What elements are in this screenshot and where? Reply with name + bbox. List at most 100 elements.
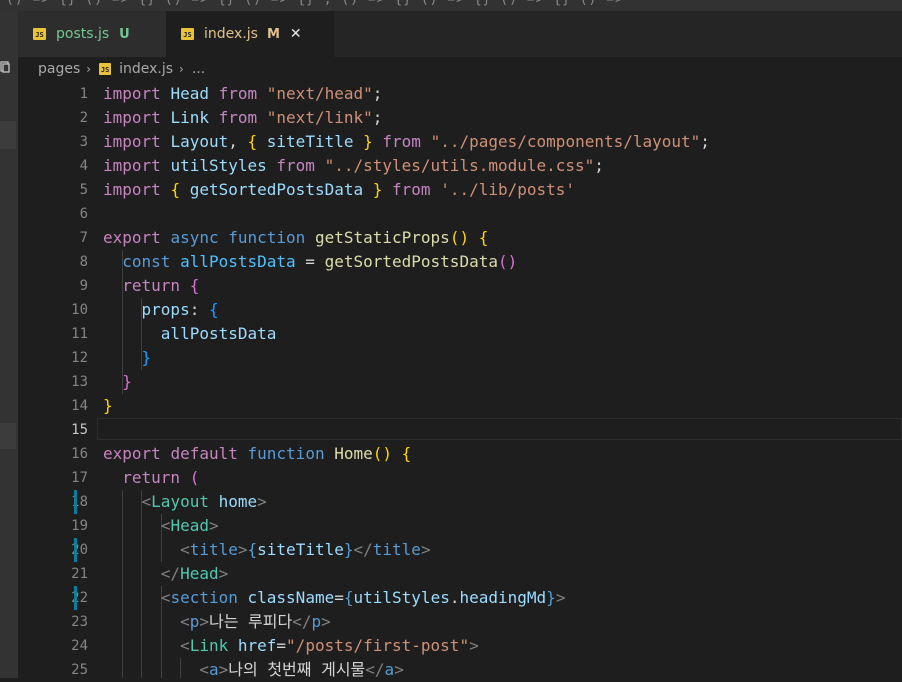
code-line[interactable]: 5 import { getSortedPostsData } from '../… bbox=[18, 178, 902, 202]
code-line[interactable]: 18 <Layout home> bbox=[18, 490, 902, 514]
code-text: </Head> bbox=[103, 562, 228, 586]
code-token: < bbox=[141, 492, 152, 511]
tab-index-js[interactable]: JS index.js M ✕ bbox=[166, 11, 334, 57]
code-token: props bbox=[141, 300, 190, 319]
line-number: 10 bbox=[71, 302, 88, 318]
code-text: export async function getStaticProps() { bbox=[103, 226, 488, 250]
code-line[interactable]: 10 props: { bbox=[18, 298, 902, 322]
breadcrumb-folder[interactable]: pages bbox=[38, 61, 80, 77]
code-line[interactable]: 12 } bbox=[18, 346, 902, 370]
code-line[interactable]: 14} bbox=[18, 394, 902, 418]
code-token: a bbox=[384, 660, 395, 679]
code-line[interactable]: 9 return { bbox=[18, 274, 902, 298]
code-text: <a>나의 첫번째 게시물</a> bbox=[103, 658, 404, 682]
close-icon[interactable]: ✕ bbox=[290, 26, 302, 42]
code-token: utilStyles bbox=[170, 156, 267, 175]
code-line[interactable]: 22 <section className={utilStyles.headin… bbox=[18, 586, 902, 610]
line-number: 2 bbox=[79, 110, 88, 126]
code-text: <p>나는 루피다</p> bbox=[103, 610, 331, 634]
code-token: section bbox=[170, 588, 238, 607]
code-token: } bbox=[343, 540, 354, 559]
code-token: Link bbox=[170, 108, 209, 127]
code-token: Head bbox=[170, 84, 209, 103]
code-token: import bbox=[103, 84, 161, 103]
code-line[interactable]: 13 } bbox=[18, 370, 902, 394]
line-number: 15 bbox=[71, 422, 88, 438]
code-token: , bbox=[228, 132, 248, 151]
code-token: import bbox=[103, 108, 161, 127]
code-token: home bbox=[218, 492, 258, 511]
code-line[interactable]: 1 import Head from "next/head"; bbox=[18, 82, 902, 106]
code-token: import bbox=[103, 180, 161, 199]
code-token: 나의 첫번째 게시물 bbox=[228, 660, 366, 679]
code-token: async bbox=[170, 228, 219, 247]
code-token: headingMd bbox=[459, 588, 547, 607]
code-token: Link bbox=[189, 636, 229, 655]
code-editor[interactable]: 1 import Head from "next/head"; 2 import Li… bbox=[18, 82, 902, 679]
code-token: = bbox=[334, 588, 344, 607]
code-token: "../styles/utils.module.css" bbox=[324, 156, 595, 175]
code-token: 나는 루피다 bbox=[208, 612, 293, 631]
code-line[interactable]: 23 <p>나는 루피다</p> bbox=[18, 610, 902, 634]
code-line[interactable]: 20 <title>{siteTitle}</title> bbox=[18, 538, 902, 562]
code-line[interactable]: 4 import utilStyles from "../styles/utils… bbox=[18, 154, 902, 178]
tab-posts-js[interactable]: JS posts.js U bbox=[18, 11, 166, 57]
code-line[interactable]: 24 <Link href="/posts/first-post"> bbox=[18, 634, 902, 658]
code-line[interactable]: 17 return ( bbox=[18, 466, 902, 490]
line-number: 8 bbox=[79, 254, 88, 270]
code-text: allPostsData bbox=[103, 322, 277, 346]
code-token: () bbox=[372, 444, 393, 463]
code-token: utilStyles bbox=[353, 588, 450, 607]
line-number: 17 bbox=[71, 470, 88, 486]
code-line[interactable]: 21 </Head> bbox=[18, 562, 902, 586]
code-line[interactable]: 15 bbox=[18, 418, 902, 442]
code-token: { bbox=[208, 300, 219, 319]
code-token: from bbox=[382, 132, 421, 151]
code-line[interactable]: 2 import Link from "next/link"; bbox=[18, 106, 902, 130]
code-token: { bbox=[247, 540, 258, 559]
breadcrumb-symbol[interactable]: ... bbox=[192, 61, 205, 77]
git-modified-marker bbox=[74, 586, 77, 610]
code-token: function bbox=[228, 228, 306, 247]
line-number: 24 bbox=[71, 638, 88, 654]
line-number: 1 bbox=[79, 86, 88, 102]
explorer-icon[interactable] bbox=[0, 61, 10, 73]
line-number: 16 bbox=[71, 446, 88, 462]
code-text: } bbox=[103, 370, 132, 394]
code-line[interactable]: 11 allPostsData bbox=[18, 322, 902, 346]
code-line[interactable]: 8 const allPostsData = getSortedPostsDat… bbox=[18, 250, 902, 274]
code-token: from bbox=[392, 180, 431, 199]
code-line[interactable]: 7 export async function getStaticProps() … bbox=[18, 226, 902, 250]
code-token: } bbox=[363, 132, 373, 151]
breadcrumb-file[interactable]: index.js bbox=[119, 61, 173, 77]
code-token: </ bbox=[160, 564, 181, 583]
code-line[interactable]: 6 bbox=[18, 202, 902, 226]
code-line[interactable]: 16 export default function Home() { bbox=[18, 442, 902, 466]
git-modified-marker bbox=[74, 490, 77, 514]
line-number: 3 bbox=[79, 134, 88, 150]
untracked-status: U bbox=[119, 26, 130, 42]
code-line[interactable]: 3 import Layout, { siteTitle } from "../p… bbox=[18, 130, 902, 154]
code-token: > bbox=[555, 588, 566, 607]
code-line[interactable]: 25 <a>나의 첫번째 게시물</a> bbox=[18, 658, 902, 682]
code-token: "next/link" bbox=[266, 108, 373, 127]
code-line[interactable]: 19 <Head> bbox=[18, 514, 902, 538]
tab-label: index.js bbox=[204, 26, 258, 42]
code-token: } bbox=[103, 396, 113, 415]
